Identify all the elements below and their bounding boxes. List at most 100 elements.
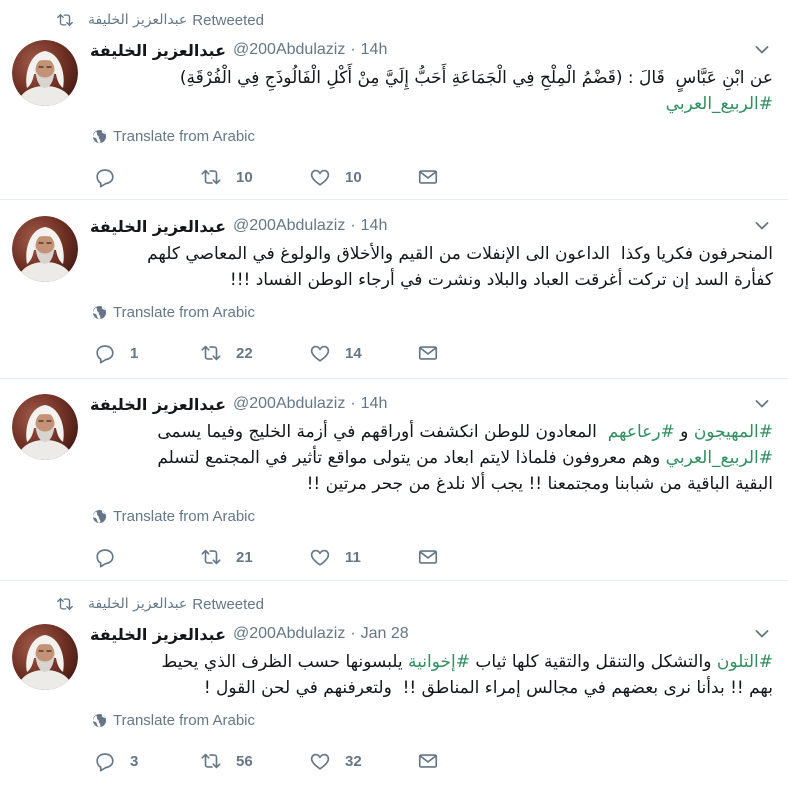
tweet-timestamp[interactable]: 14h xyxy=(361,395,388,413)
message-action[interactable] xyxy=(417,545,439,569)
message-action[interactable] xyxy=(417,341,439,365)
tweet-timestamp[interactable]: 14h xyxy=(361,217,388,235)
tweet[interactable]: عبدالعزيز الخليفة @200Abdulaziz · 14h المنحر… xyxy=(0,200,788,379)
like-action[interactable]: 10 xyxy=(309,165,362,189)
timestamp-separator: · xyxy=(350,41,356,58)
tweet-text-line: #التلون والتشكل والتنقل والتقية كلها ثيا… xyxy=(90,649,773,675)
author-name[interactable]: عبدالعزيز الخليفة xyxy=(90,395,226,414)
tweet[interactable]: عبدالعزيز الخليفة @200Abdulaziz · 14h #المهي… xyxy=(0,379,788,581)
retweet-icon[interactable] xyxy=(200,750,222,772)
like-count: 10 xyxy=(345,168,362,186)
translate-label[interactable]: Translate from Arabic xyxy=(113,304,255,321)
tweet-content: عبدالعزيز الخليفة @200Abdulaziz · 14h المنحر… xyxy=(12,215,773,365)
tweet-text-line: #المهيجون و #رعاعهم المعادون للوطن انكشف… xyxy=(90,419,773,445)
heart-icon[interactable] xyxy=(309,546,331,568)
like-action[interactable]: 14 xyxy=(309,341,362,365)
like-action[interactable]: 32 xyxy=(309,749,362,773)
author-name[interactable]: عبدالعزيز الخليفة xyxy=(90,41,226,60)
tweet-header: عبدالعزيز الخليفة @200Abdulaziz · 14h xyxy=(90,393,773,415)
envelope-icon[interactable] xyxy=(417,546,439,568)
tweet-timestamp[interactable]: Jan 28 xyxy=(361,625,409,643)
tweet-text: #التلون والتشكل والتنقل والتقية كلها ثيا… xyxy=(90,649,773,701)
retweeter-name[interactable]: عبدالعزيز الخليفة xyxy=(88,12,187,28)
timestamp-separator: · xyxy=(350,395,356,412)
chevron-down-icon[interactable] xyxy=(754,627,770,641)
globe-icon xyxy=(92,305,107,320)
tweet-timestamp[interactable]: 14h xyxy=(361,41,388,59)
tweet-text-segment: عن ابْنِ عَبَّاسٍ قَالَ : (قَضْمُ الْمِل… xyxy=(179,68,773,88)
message-action[interactable] xyxy=(417,165,439,189)
translate-label[interactable]: Translate from Arabic xyxy=(113,712,255,729)
chevron-down-icon[interactable] xyxy=(754,397,770,411)
tweet-text-segment: و xyxy=(674,422,694,442)
hashtag-link[interactable]: #الربيع_العربي xyxy=(666,94,773,114)
retweet-icon[interactable] xyxy=(200,342,222,364)
envelope-icon[interactable] xyxy=(417,166,439,188)
translate-label[interactable]: Translate from Arabic xyxy=(113,508,255,525)
author-name[interactable]: عبدالعزيز الخليفة xyxy=(90,625,226,644)
avatar[interactable] xyxy=(12,394,78,460)
hashtag-link[interactable]: #الربيع_العربي xyxy=(666,448,773,468)
reply-action[interactable]: 3 xyxy=(94,749,138,773)
tweet-text-line-content: كفأرة السد إن تركت أغرقت العباد والبلاد … xyxy=(230,267,773,293)
envelope-icon[interactable] xyxy=(417,750,439,772)
heart-icon[interactable] xyxy=(309,166,331,188)
hashtag-link[interactable]: #المهيجون xyxy=(694,422,773,442)
reply-action[interactable]: 1 xyxy=(94,341,138,365)
translate-button[interactable]: Translate from Arabic xyxy=(90,302,773,322)
retweet-action[interactable]: 10 xyxy=(200,165,253,189)
tweet-text-segment: بهم !! بدأنا نرى بعضهم في مجالس إمراء ال… xyxy=(203,678,773,698)
translate-button[interactable]: Translate from Arabic xyxy=(90,506,773,526)
tweet-text-line-content: عن ابْنِ عَبَّاسٍ قَالَ : (قَضْمُ الْمِل… xyxy=(180,65,773,91)
avatar[interactable] xyxy=(12,40,78,106)
author-handle[interactable]: @200Abdulaziz xyxy=(233,41,345,59)
retweet-icon xyxy=(55,595,75,613)
reply-icon[interactable] xyxy=(94,166,116,188)
tweet-text: المنحرفون فكريا وكذا الداعون الى الإنفلا… xyxy=(90,241,773,293)
chevron-down-icon[interactable] xyxy=(754,43,770,57)
author-handle[interactable]: @200Abdulaziz xyxy=(233,625,345,643)
hashtag-link[interactable]: #رعاعهم xyxy=(608,422,675,442)
tweet-text-line: كفأرة السد إن تركت أغرقت العباد والبلاد … xyxy=(90,267,773,293)
envelope-icon[interactable] xyxy=(417,342,439,364)
retweet-icon[interactable] xyxy=(200,546,222,568)
retweet-action[interactable]: 56 xyxy=(200,749,253,773)
avatar[interactable] xyxy=(12,216,78,282)
retweet-action[interactable]: 21 xyxy=(200,545,253,569)
translate-button[interactable]: Translate from Arabic xyxy=(90,710,773,730)
heart-icon[interactable] xyxy=(309,750,331,772)
reply-icon[interactable] xyxy=(94,750,116,772)
reply-action[interactable] xyxy=(94,165,116,189)
author-handle[interactable]: @200Abdulaziz xyxy=(233,217,345,235)
timestamp-separator: · xyxy=(350,625,356,642)
tweet-text: #المهيجون و #رعاعهم المعادون للوطن انكشف… xyxy=(90,419,773,497)
reply-icon[interactable] xyxy=(94,546,116,568)
tweet-text-line: البقية الباقية من شبابنا ومجتمعنا !! يجب… xyxy=(90,471,773,497)
heart-icon[interactable] xyxy=(309,342,331,364)
like-action[interactable]: 11 xyxy=(309,545,361,569)
tweet-text-segment: يلبسونها حسب الظرف الذي يحيط xyxy=(161,652,409,672)
author-handle[interactable]: @200Abdulaziz xyxy=(233,395,345,413)
reply-action[interactable] xyxy=(94,545,116,569)
author-name[interactable]: عبدالعزيز الخليفة xyxy=(90,217,226,236)
tweet[interactable]: عبدالعزيز الخليفة Retweeted عبدالعزيز الخل… xyxy=(0,581,788,786)
translate-button[interactable]: Translate from Arabic xyxy=(90,126,773,146)
avatar[interactable] xyxy=(12,624,78,690)
hashtag-link[interactable]: #إخوانية xyxy=(408,652,470,672)
retweet-action[interactable]: 22 xyxy=(200,341,253,365)
message-action[interactable] xyxy=(417,749,439,773)
tweet[interactable]: عبدالعزيز الخليفة Retweeted عبدالعزيز الخل… xyxy=(0,0,788,200)
tweet-text-line-content: #المهيجون و #رعاعهم المعادون للوطن انكشف… xyxy=(157,419,773,445)
retweeter-name[interactable]: عبدالعزيز الخليفة xyxy=(88,596,187,612)
tweet-text-line-content: #التلون والتشكل والتنقل والتقية كلها ثيا… xyxy=(162,649,773,675)
retweet-icon[interactable] xyxy=(200,166,222,188)
tweet-text-line-content: بهم !! بدأنا نرى بعضهم في مجالس إمراء ال… xyxy=(204,675,773,701)
tweet-text-segment: كفأرة السد إن تركت أغرقت العباد والبلاد … xyxy=(229,270,773,290)
translate-label[interactable]: Translate from Arabic xyxy=(113,128,255,145)
tweet-header: عبدالعزيز الخليفة @200Abdulaziz · 14h xyxy=(90,39,773,61)
tweet-text-line: عن ابْنِ عَبَّاسٍ قَالَ : (قَضْمُ الْمِل… xyxy=(90,65,773,91)
reply-icon[interactable] xyxy=(94,342,116,364)
hashtag-link[interactable]: #التلون xyxy=(717,652,773,672)
tweet-text-line-content: #الربيع_العربي وهم معروفون فلماذا لايتم … xyxy=(157,445,773,471)
chevron-down-icon[interactable] xyxy=(754,219,770,233)
